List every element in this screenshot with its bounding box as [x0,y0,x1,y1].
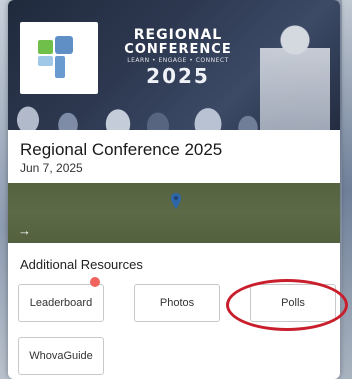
map-expand-arrow-icon[interactable]: → [18,223,31,238]
photos-button[interactable]: Photos [134,284,220,322]
logo-icon [38,36,73,78]
location-map[interactable]: → [8,183,340,243]
event-logo [20,22,98,94]
banner-title-line2: CONFERENCE [124,41,232,57]
background-right [342,0,352,379]
notification-dot-badge [90,277,100,287]
event-date: Jun 7, 2025 [20,161,83,175]
map-pin-icon [171,193,181,209]
event-banner: REGIONAL CONFERENCE LEARN • ENGAGE • CON… [8,0,340,130]
banner-tagline: LEARN • ENGAGE • CONNECT [127,57,229,65]
polls-highlight-circle [226,279,348,331]
event-title: Regional Conference 2025 [20,140,223,159]
additional-resources-heading: Additional Resources [20,257,143,272]
banner-title: REGIONAL CONFERENCE LEARN • ENGAGE • CON… [103,28,253,87]
whova-guide-button[interactable]: WhovaGuide [18,337,104,375]
banner-title-line1: REGIONAL [133,27,223,43]
banner-year: 2025 [146,63,210,88]
leaderboard-button[interactable]: Leaderboard [18,284,104,322]
banner-speaker-image [260,18,330,130]
